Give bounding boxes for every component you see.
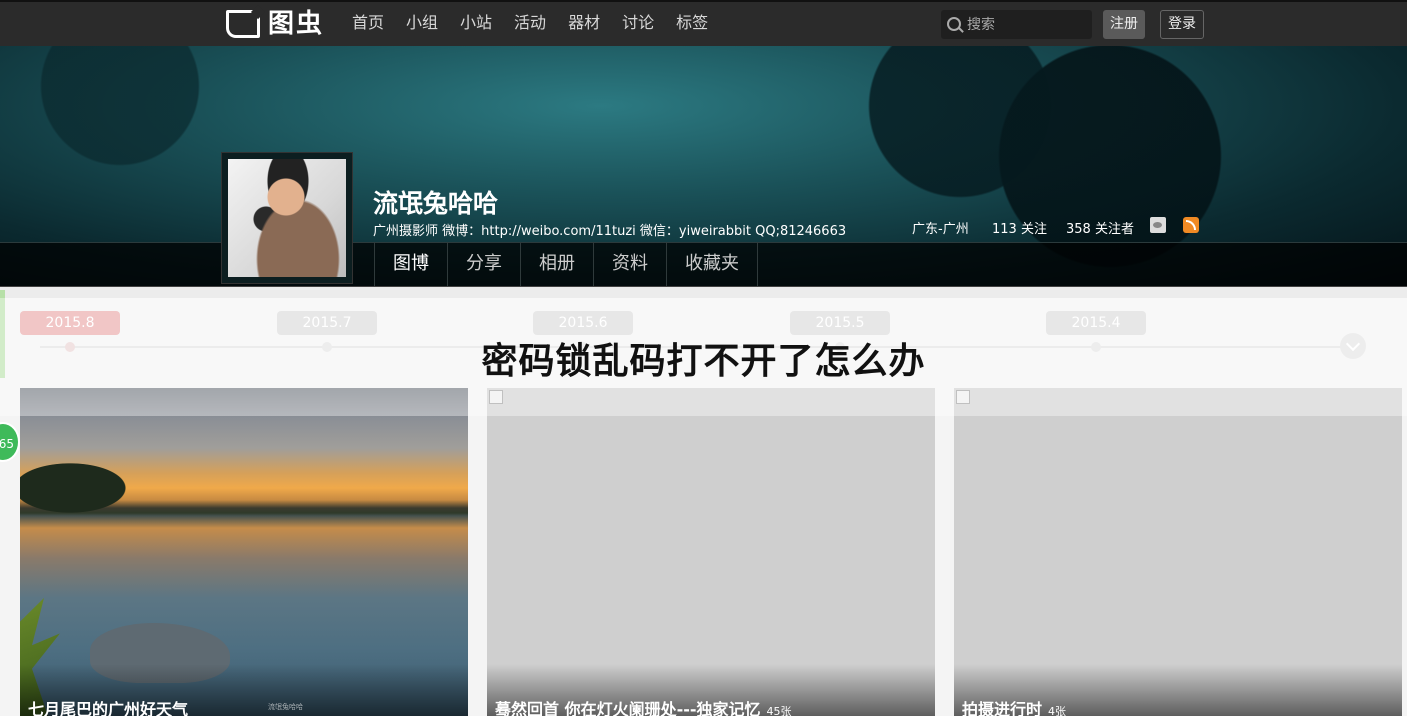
nav-item-groups[interactable]: 小组: [406, 2, 438, 46]
nav-item-discuss[interactable]: 讨论: [622, 2, 654, 46]
card-photo-trees: [20, 448, 160, 518]
card-title-text: 拍摄进行时: [962, 700, 1043, 716]
tab-posts[interactable]: 图博: [375, 242, 448, 286]
rss-icon[interactable]: [1183, 217, 1199, 233]
weibo-icon[interactable]: [1150, 217, 1166, 233]
main-nav: 首页 小组 小站 活动 器材 讨论 标签: [352, 2, 730, 46]
search-input[interactable]: [965, 13, 1087, 37]
photo-watermark: 流氓兔哈哈: [268, 703, 303, 711]
broken-image-icon: [489, 390, 503, 404]
site-logo[interactable]: 图虫: [226, 8, 334, 42]
nav-item-tags[interactable]: 标签: [676, 2, 708, 46]
nav-item-sites[interactable]: 小站: [460, 2, 492, 46]
followers-count[interactable]: 358 关注者: [1066, 218, 1134, 237]
nav-item-events[interactable]: 活动: [514, 2, 546, 46]
tab-albums[interactable]: 相册: [521, 242, 594, 286]
top-navbar: 图虫 首页 小组 小站 活动 器材 讨论 标签 注册 登录: [0, 0, 1407, 46]
profile-location: 广东-广州: [912, 222, 969, 237]
card-title-text: 七月尾巴的广州好天气: [28, 700, 189, 716]
card-photo-count: 45张: [766, 705, 792, 716]
nav-item-gear[interactable]: 器材: [568, 2, 600, 46]
card-photo-count: 4张: [1048, 705, 1067, 716]
avatar-image: [228, 159, 346, 277]
broken-image-icon: [956, 390, 970, 404]
profile-name[interactable]: 流氓兔哈哈: [373, 184, 498, 220]
tab-profile[interactable]: 资料: [594, 242, 667, 286]
headline-text: 密码锁乱码打不开了怎么办: [481, 341, 926, 382]
logo-mark-icon: [226, 10, 260, 38]
tab-shares[interactable]: 分享: [448, 242, 521, 286]
search-icon[interactable]: [947, 17, 961, 31]
album-card[interactable]: 蓦然回首 你在灯火阑珊处---独家记忆 45张: [487, 388, 935, 716]
nav-item-home[interactable]: 首页: [352, 2, 384, 46]
card-title[interactable]: 七月尾巴的广州好天气: [28, 696, 188, 716]
album-card[interactable]: 流氓兔哈哈 七月尾巴的广州好天气: [20, 388, 468, 716]
register-button[interactable]: 注册: [1103, 10, 1145, 39]
card-title[interactable]: 蓦然回首 你在灯火阑珊处---独家记忆 45张: [495, 696, 792, 716]
login-button[interactable]: 登录: [1160, 10, 1204, 39]
album-card[interactable]: 拍摄进行时 4张: [954, 388, 1402, 716]
following-count[interactable]: 113 关注: [992, 218, 1047, 237]
profile-bio: 广州摄影师 微博：http://weibo.com/11tuzi 微信：yiwe…: [373, 224, 847, 239]
card-title[interactable]: 拍摄进行时 4张: [962, 696, 1066, 716]
search-box: [941, 10, 1092, 39]
avatar[interactable]: [221, 152, 353, 284]
card-title-text: 蓦然回首 你在灯火阑珊处---独家记忆: [495, 700, 761, 716]
tab-favorites[interactable]: 收藏夹: [667, 242, 758, 286]
profile-tabs: 图博 分享 相册 资料 收藏夹: [374, 242, 758, 286]
logo-text: 图虫: [268, 9, 325, 39]
